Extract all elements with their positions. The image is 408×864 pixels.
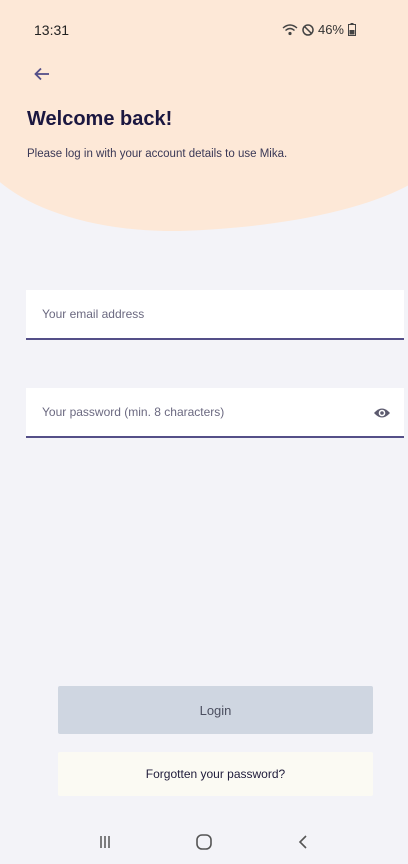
- page-title: Welcome back!: [27, 108, 173, 130]
- system-back-button[interactable]: [283, 827, 323, 857]
- email-field: [26, 290, 404, 340]
- forgot-password-button[interactable]: Forgotten your password?: [58, 752, 373, 796]
- show-password-toggle[interactable]: [372, 403, 392, 423]
- recent-apps-icon: [100, 836, 111, 848]
- wifi-icon: [282, 23, 298, 35]
- status-time: 13:31: [34, 22, 70, 38]
- do-not-disturb-icon: [302, 23, 314, 36]
- email-input[interactable]: [26, 290, 404, 338]
- system-navigation-bar: [0, 820, 408, 864]
- password-field: [26, 388, 404, 438]
- home-icon: [196, 834, 212, 850]
- login-button[interactable]: Login: [58, 686, 373, 734]
- status-icons: 46%: [282, 22, 356, 37]
- back-button[interactable]: [28, 60, 56, 88]
- back-icon: [298, 835, 307, 849]
- back-arrow-icon: [34, 67, 49, 81]
- battery-percent: 46%: [317, 22, 344, 37]
- password-input[interactable]: [26, 388, 404, 436]
- battery-icon: [348, 23, 356, 36]
- login-screen: 13:31 46% Welcome back! Please log in wi…: [0, 0, 408, 864]
- status-bar: 13:31 46%: [0, 0, 408, 44]
- recent-apps-button[interactable]: [85, 827, 125, 857]
- page-subtitle: Please log in with your account details …: [27, 148, 288, 160]
- eye-icon: [374, 408, 390, 418]
- home-button[interactable]: [184, 827, 224, 857]
